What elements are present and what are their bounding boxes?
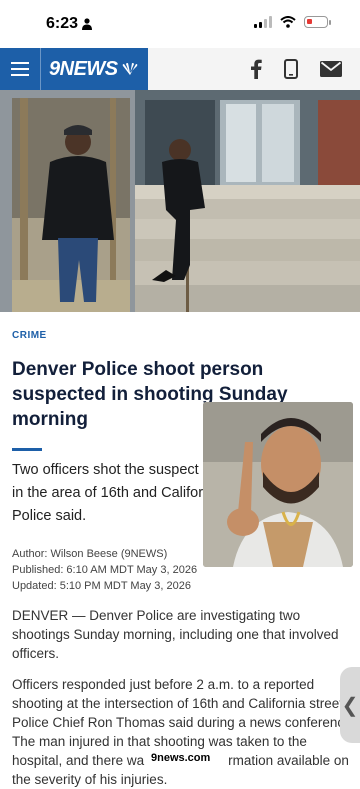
summary-rule (12, 448, 42, 451)
url-label: 9news.com (148, 752, 214, 764)
hero-photo-collage (0, 90, 360, 312)
status-bar: 6:23 (0, 0, 360, 48)
mail-icon[interactable] (320, 61, 342, 77)
paragraph-line-tail: rmation available on (228, 753, 349, 768)
status-icons (254, 16, 331, 28)
summary-line: Two officers shot the suspect in (12, 462, 215, 478)
video-overlay[interactable] (203, 402, 353, 567)
wifi-icon (280, 16, 296, 28)
person-icon (82, 18, 92, 30)
battery-level (307, 19, 312, 24)
chevron-left-icon: ❮ (341, 694, 359, 717)
peacock-icon (122, 63, 137, 75)
status-time: 6:23 (46, 15, 79, 32)
paragraph-line: shooting at the intersection of 16th and… (12, 696, 354, 711)
paragraph-line: Police Chief Ron Thomas said during a ne… (12, 715, 356, 730)
category-label[interactable]: CRIME (12, 330, 348, 341)
site-logo[interactable]: 9NEWS (49, 58, 139, 81)
menu-icon[interactable] (0, 48, 41, 90)
side-drawer-handle[interactable]: ❮ (340, 667, 360, 743)
updated-line: Updated: 5:10 PM MDT May 3, 2026 (12, 580, 191, 592)
paragraph-line: Officers responded just before 2 a.m. to… (12, 677, 315, 692)
logo-text: 9NEWS (49, 57, 118, 80)
paragraph-line: The man injured in that shooting was tak… (12, 734, 307, 749)
mobile-icon[interactable] (284, 59, 298, 79)
article-paragraph: DENVER — Denver Police are investigating… (12, 608, 339, 661)
hero-image (0, 90, 360, 312)
battery-icon (304, 16, 331, 28)
presenter-video (203, 402, 353, 567)
article-paragraph: Officers responded just before 2 a.m. to… (12, 675, 356, 789)
site-header: 9NEWS (0, 48, 360, 91)
share-icons (250, 48, 342, 90)
signal-icon (254, 16, 272, 28)
facebook-icon[interactable] (250, 59, 262, 79)
paragraph-line: hospital, and there wa (12, 753, 145, 768)
brand-bar: 9NEWS (0, 48, 148, 90)
summary-line: in the area of 16th and Californ (12, 485, 212, 501)
